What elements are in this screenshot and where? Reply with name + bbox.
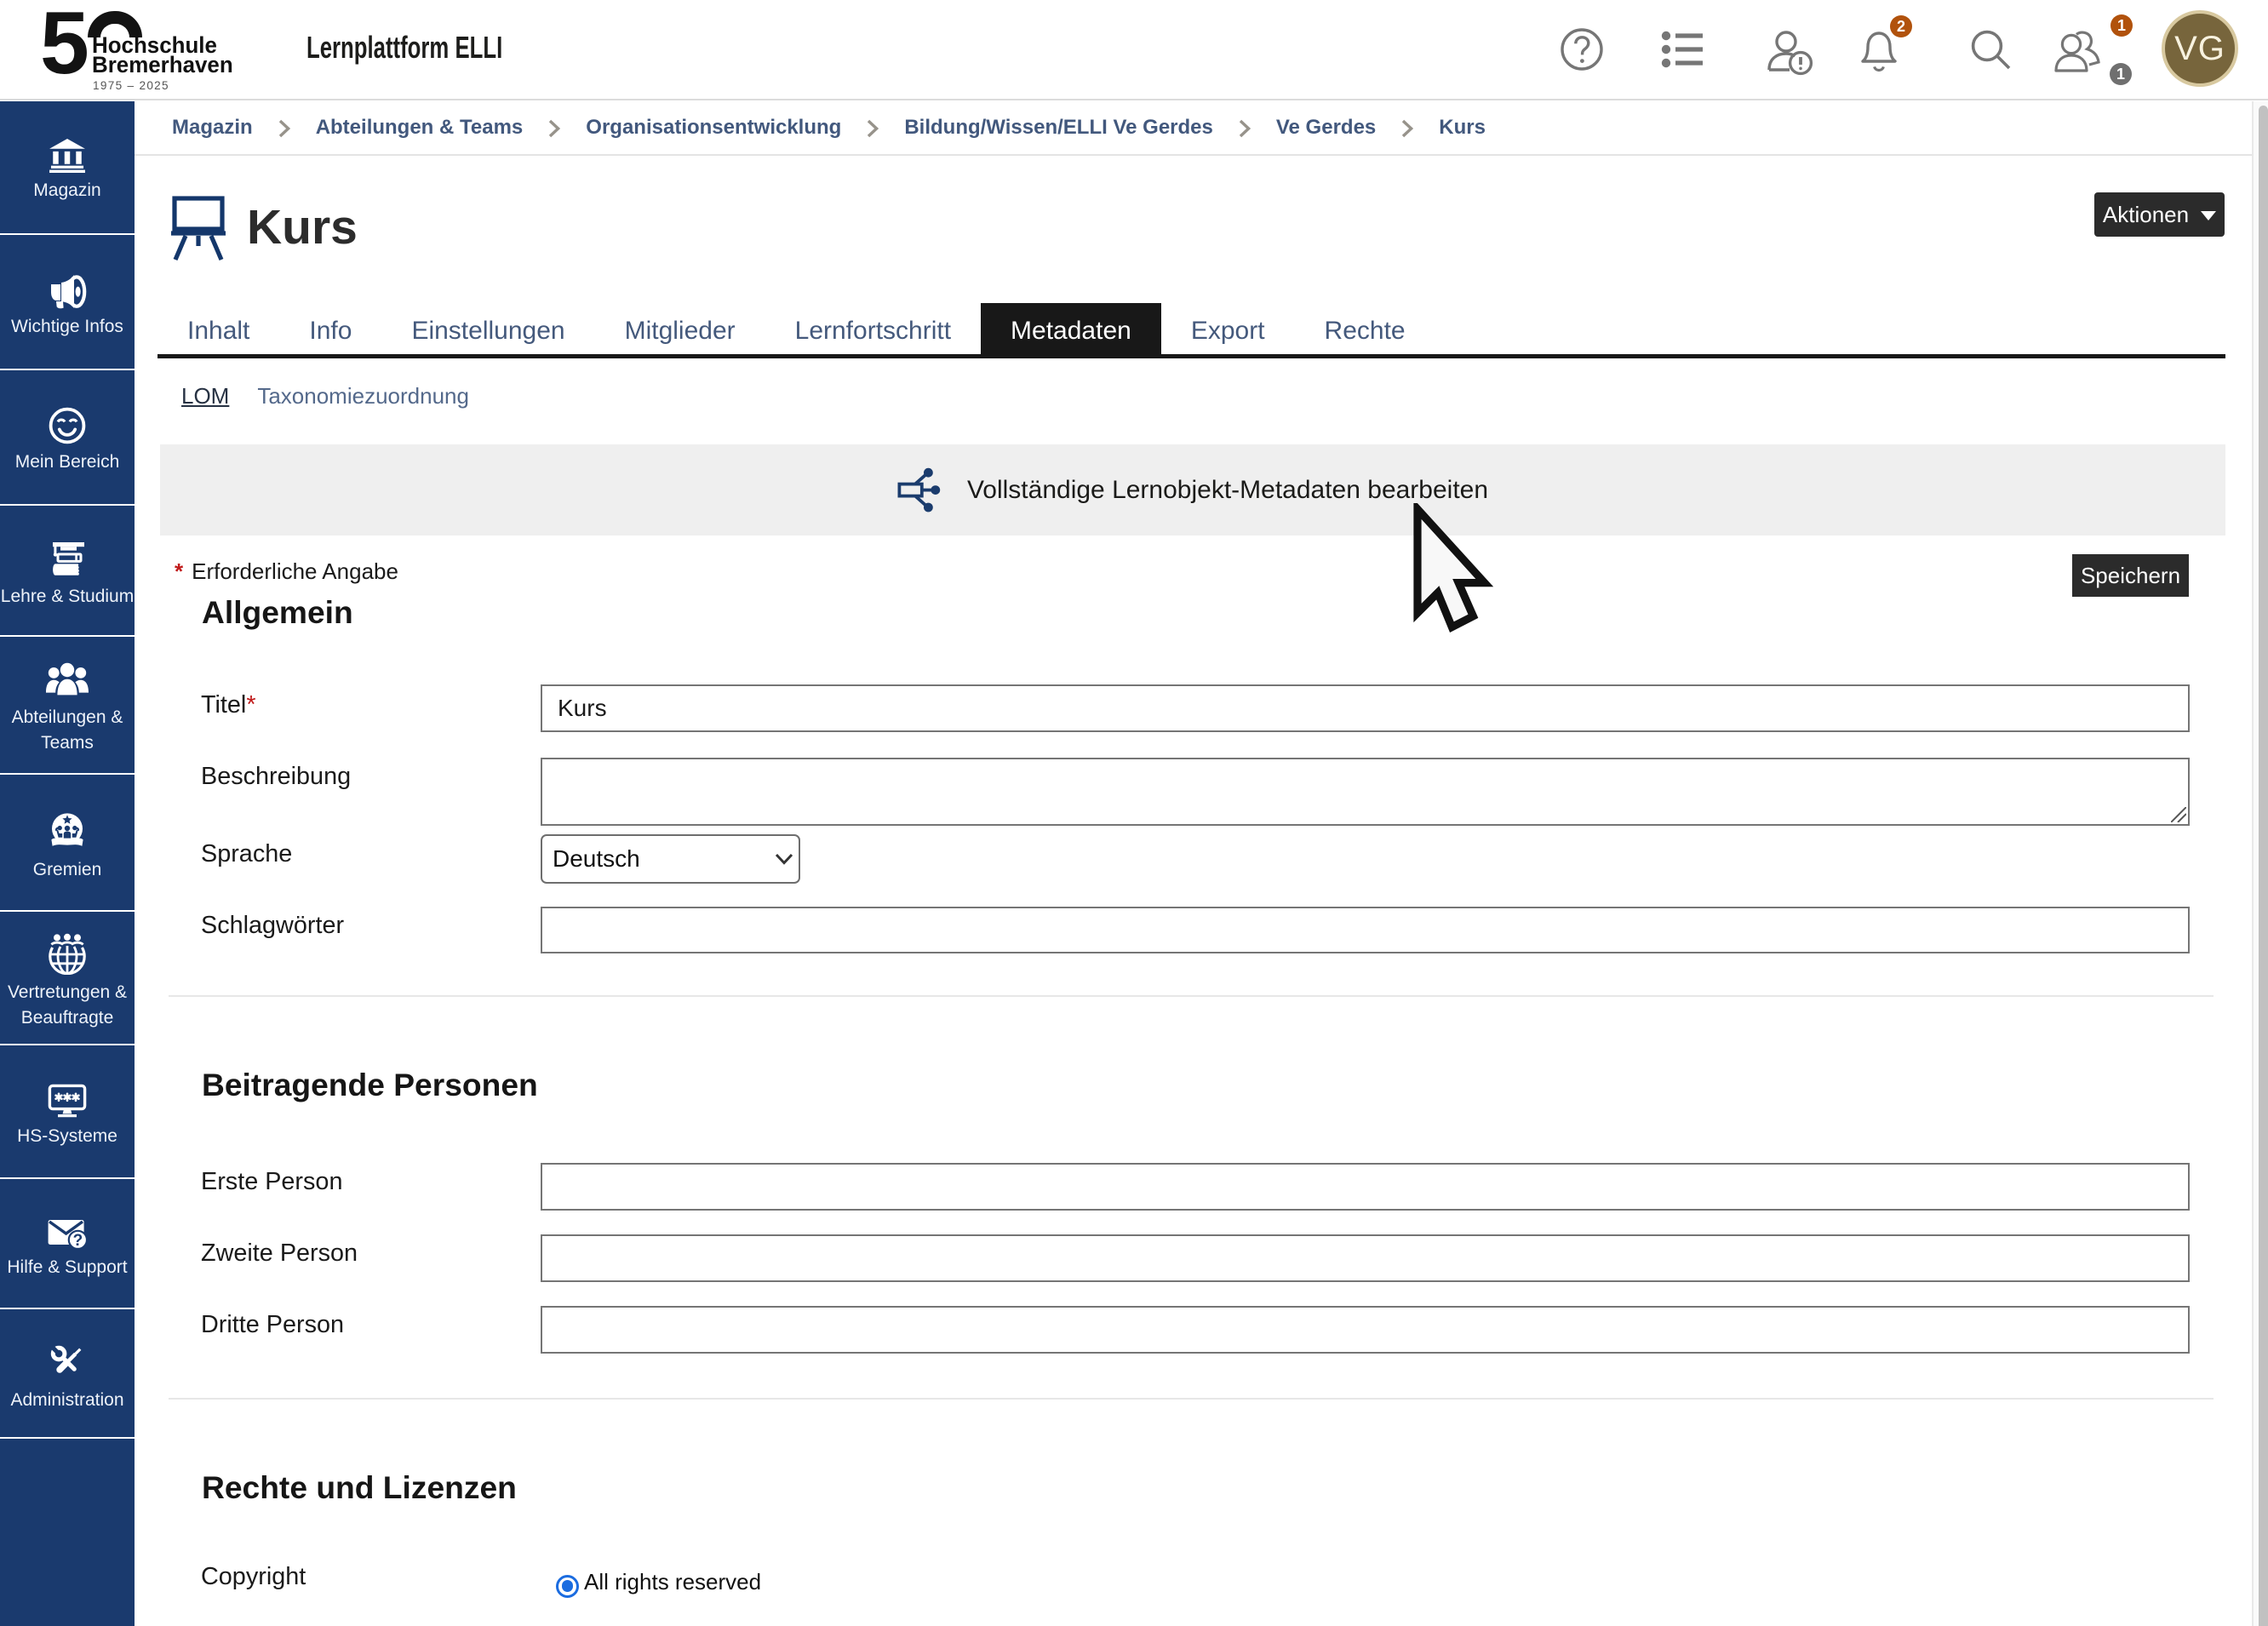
svg-text:?: ? <box>73 1232 83 1250</box>
